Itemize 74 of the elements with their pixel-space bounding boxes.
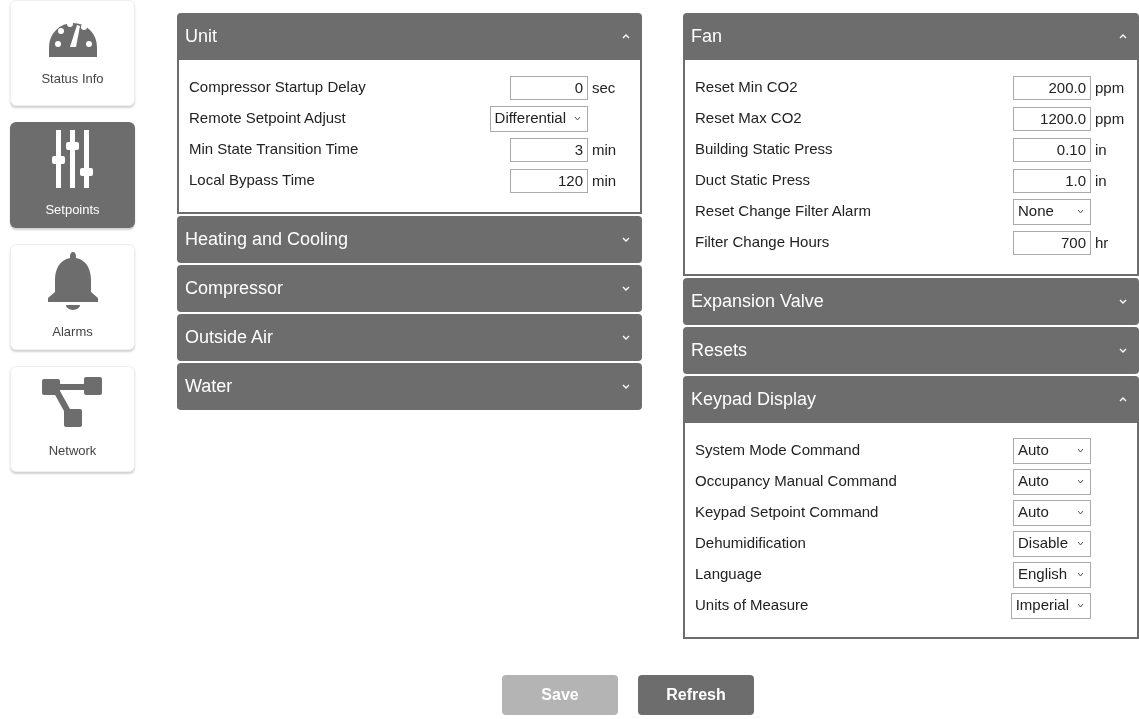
setting-label: Units of Measure (695, 595, 810, 616)
setting-label: Filter Change Hours (695, 232, 831, 253)
setting-label: Reset Min CO2 (695, 77, 799, 98)
chevron-up-icon (1119, 34, 1127, 39)
value-field[interactable]: 120 (510, 168, 588, 193)
dropdown[interactable]: English (1013, 561, 1091, 588)
section-header[interactable]: Resets (683, 327, 1139, 374)
setting-label: System Mode Command (695, 440, 862, 461)
sidebar-item[interactable]: Alarms (10, 244, 135, 350)
dropdown[interactable]: Auto (1013, 468, 1091, 495)
section-header[interactable]: Keypad Display (683, 376, 1139, 423)
caret-icon (1077, 479, 1084, 484)
section-header[interactable]: Unit (177, 13, 642, 60)
setting-label: Building Static Press (695, 139, 834, 160)
setting-label: Remote Setpoint Adjust (189, 108, 347, 129)
caret-icon (574, 116, 581, 121)
chevron-down-icon (1119, 348, 1127, 353)
chevron-down-icon (622, 335, 630, 340)
bell-icon (46, 252, 99, 311)
caret-icon (1077, 572, 1084, 577)
setting-label: Min State Transition Time (189, 139, 360, 160)
sidebar-item[interactable]: Setpoints (10, 122, 135, 228)
caret-icon (1077, 209, 1084, 214)
sliders-icon (49, 130, 96, 189)
setting-label: Reset Change Filter Alarm (695, 201, 872, 222)
section-header[interactable]: Water (177, 363, 642, 410)
unit-label: ppm (1095, 109, 1125, 127)
unit-label: min (592, 171, 617, 189)
caret-icon (1077, 448, 1084, 453)
refresh-button[interactable]: Refresh (638, 675, 754, 715)
chevron-down-icon (1119, 299, 1127, 304)
section-header[interactable]: Heating and Cooling (177, 216, 642, 263)
value-field[interactable]: 700 (1013, 230, 1091, 255)
unit-label: hr (1095, 233, 1109, 251)
unit-label: sec (592, 78, 616, 96)
value-field[interactable]: 0.10 (1013, 137, 1091, 162)
dropdown[interactable]: None (1013, 198, 1091, 225)
dropdown[interactable]: Auto (1013, 499, 1091, 526)
setting-label: Language (695, 564, 763, 585)
value-field[interactable]: 1200.0 (1013, 106, 1091, 131)
dropdown[interactable]: Disable (1013, 530, 1091, 557)
chevron-down-icon (622, 237, 630, 242)
section-header[interactable]: Expansion Valve (683, 278, 1139, 325)
caret-icon (1077, 541, 1084, 546)
network-icon (41, 377, 104, 430)
chevron-down-icon (622, 286, 630, 291)
value-field[interactable]: 1.0 (1013, 168, 1091, 193)
value-field[interactable]: 3 (510, 137, 588, 162)
section-header[interactable]: Outside Air (177, 314, 642, 361)
caret-icon (1077, 603, 1084, 608)
unit-label: in (1095, 140, 1107, 158)
setting-label: Keypad Setpoint Command (695, 502, 880, 523)
setting-label: Compressor Startup Delay (189, 77, 367, 98)
sidebar-item[interactable]: Network (10, 366, 135, 472)
dropdown[interactable]: Imperial (1010, 592, 1091, 619)
setting-label: Reset Max CO2 (695, 108, 803, 129)
setting-label: Local Bypass Time (189, 170, 316, 191)
dropdown[interactable]: Differential (489, 105, 588, 132)
unit-label: min (592, 140, 617, 158)
chevron-down-icon (622, 384, 630, 389)
sidebar-item[interactable]: Status Info (10, 0, 135, 106)
chevron-up-icon (622, 34, 630, 39)
section-header[interactable]: Fan (683, 13, 1139, 60)
dropdown[interactable]: Auto (1013, 437, 1091, 464)
value-field[interactable]: 0 (510, 75, 588, 100)
chevron-up-icon (1119, 397, 1127, 402)
caret-icon (1077, 510, 1084, 515)
setting-label: Dehumidification (695, 533, 807, 554)
setting-label: Occupancy Manual Command (695, 471, 898, 492)
section-header[interactable]: Compressor (177, 265, 642, 312)
value-field[interactable]: 200.0 (1013, 75, 1091, 100)
unit-label: in (1095, 171, 1107, 189)
setting-label: Duct Static Press (695, 170, 812, 191)
unit-label: ppm (1095, 78, 1125, 96)
